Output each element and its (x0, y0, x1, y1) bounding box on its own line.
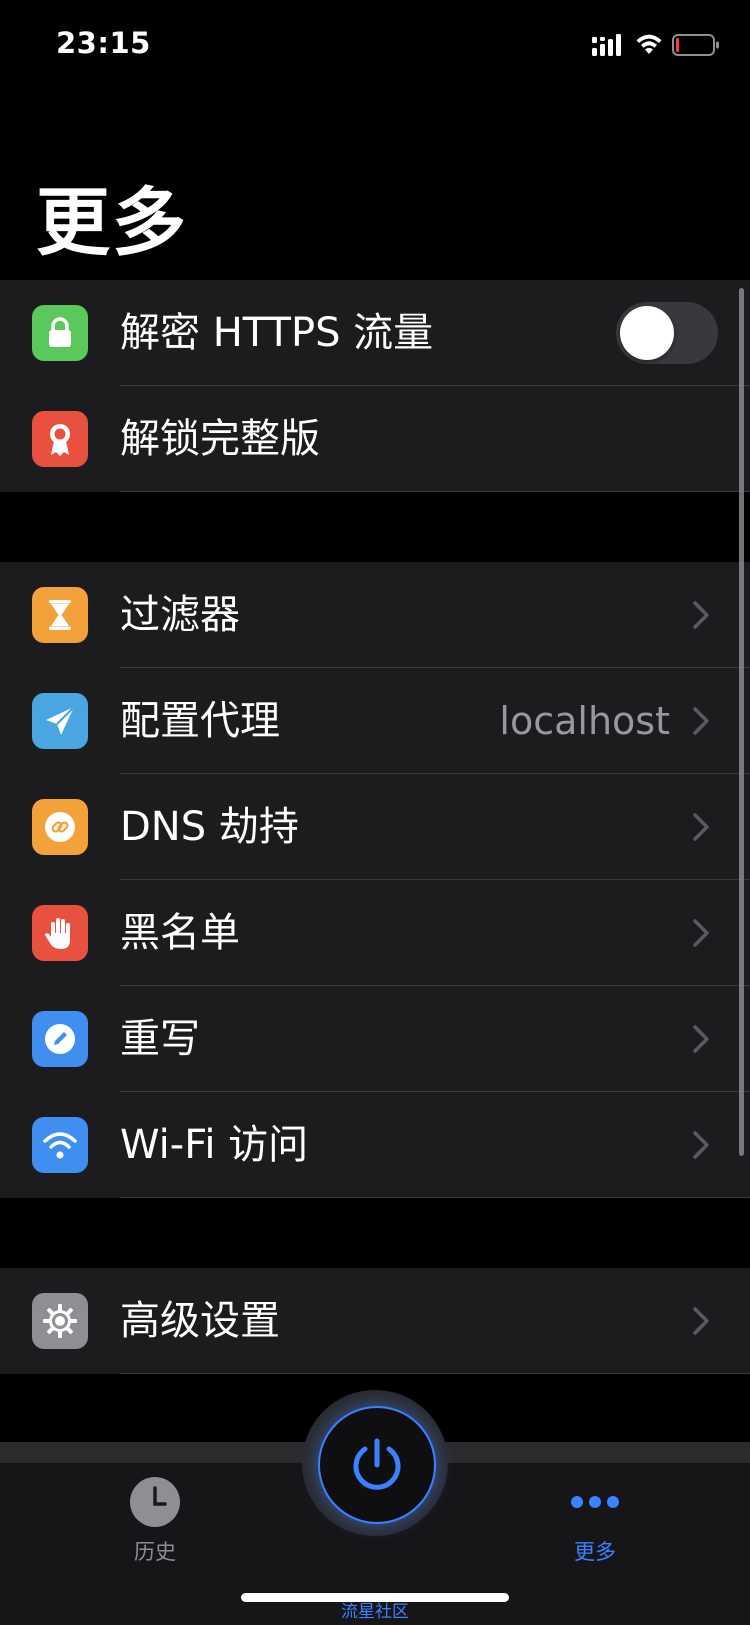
award-ribbon-icon (32, 411, 88, 467)
row-label: 解密 HTTPS 流量 (120, 310, 434, 356)
row-unlock-full-version[interactable]: 解锁完整版 (0, 386, 750, 492)
row-label: 解锁完整版 (120, 416, 320, 462)
row-divider (120, 491, 750, 492)
status-time: 23:15 (56, 26, 151, 60)
row-divider (120, 1197, 750, 1198)
row-dns-hijack[interactable]: DNS 劫持 (0, 774, 750, 880)
chevron-right-icon (693, 813, 709, 841)
hand-stop-icon (32, 905, 88, 961)
battery-icon (672, 34, 719, 56)
page-title: 更多 (36, 180, 188, 266)
chevron-right-icon (693, 601, 709, 629)
status-bar: 23:15 (0, 0, 750, 90)
scroll-indicator[interactable] (739, 288, 744, 1156)
tab-more-label: 更多 (574, 1540, 616, 1564)
section-advanced: 高级设置 (0, 1268, 750, 1374)
clock-icon (130, 1477, 180, 1527)
power-icon (353, 1438, 401, 1490)
toggle-knob (620, 306, 674, 360)
pencil-icon (32, 1011, 88, 1067)
row-label: 高级设置 (120, 1298, 280, 1344)
row-rewrite[interactable]: 重写 (0, 986, 750, 1092)
tab-more[interactable]: 更多 (550, 1472, 640, 1566)
row-wifi-access[interactable]: Wi-Fi 访问 (0, 1092, 750, 1198)
section-https: 解密 HTTPS 流量 解锁完整版 (0, 280, 750, 492)
row-decrypt-https: 解密 HTTPS 流量 (0, 280, 750, 386)
home-indicator[interactable] (241, 1593, 509, 1602)
row-advanced-settings[interactable]: 高级设置 (0, 1268, 750, 1374)
cellular-signal-icon (592, 34, 621, 56)
proxy-value: localhost (499, 699, 670, 743)
section-tools: 过滤器 配置代理 localhost DNS 劫持 黑名单 重写 Wi-Fi 访… (0, 562, 750, 1198)
row-label: 黑名单 (120, 910, 240, 956)
wifi-icon (32, 1117, 88, 1173)
chevron-right-icon (693, 919, 709, 947)
hourglass-icon (32, 587, 88, 643)
chevron-right-icon (693, 707, 709, 735)
more-dots-icon (571, 1496, 619, 1508)
tab-history-label: 历史 (134, 1540, 176, 1564)
link-icon (32, 799, 88, 855)
row-blacklist[interactable]: 黑名单 (0, 880, 750, 986)
row-label: 配置代理 (120, 698, 280, 744)
decrypt-https-toggle[interactable] (616, 302, 718, 364)
row-label: DNS 劫持 (120, 804, 299, 850)
row-filters[interactable]: 过滤器 (0, 562, 750, 668)
chevron-right-icon (693, 1131, 709, 1159)
row-label: 过滤器 (120, 592, 240, 638)
wifi-status-icon (636, 34, 662, 54)
row-label: Wi-Fi 访问 (120, 1122, 309, 1168)
row-label: 重写 (120, 1016, 200, 1062)
power-toggle-button[interactable] (318, 1406, 436, 1524)
paper-plane-icon (32, 693, 88, 749)
tab-history[interactable]: 历史 (110, 1472, 200, 1566)
row-proxy-config[interactable]: 配置代理 localhost (0, 668, 750, 774)
gear-icon (32, 1293, 88, 1349)
lock-icon (32, 305, 88, 361)
row-divider (120, 1373, 750, 1374)
chevron-right-icon (693, 1025, 709, 1053)
chevron-right-icon (693, 1307, 709, 1335)
